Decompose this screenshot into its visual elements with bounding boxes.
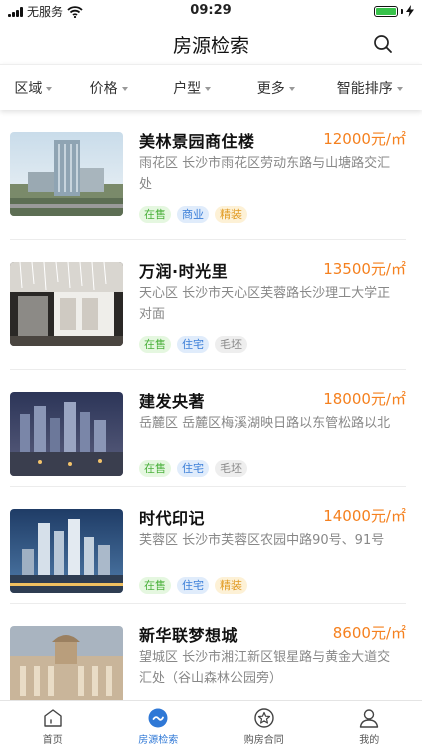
status-right — [374, 5, 414, 17]
listing-item[interactable]: 时代印记 14000元/㎡ 芙蓉区 长沙市芙蓉区农园中路90号、91号 在售 住… — [0, 487, 422, 604]
search-house-icon — [148, 708, 168, 728]
tag-type: 住宅 — [177, 460, 209, 477]
nav-bar: 房源检索 — [0, 22, 422, 64]
listing-price: 12000元/㎡ — [323, 130, 406, 148]
listing-price: 14000元/㎡ — [323, 507, 406, 525]
listing-item[interactable]: 万润·时光里 13500元/㎡ 天心区 长沙市天心区芙蓉路长沙理工大学正对面 在… — [0, 240, 422, 357]
tab-bar: 首页 房源检索 购房合同 我的 — [0, 700, 422, 750]
listing-name: 建发央著 — [139, 392, 206, 411]
listing-address: 天心区 长沙市天心区芙蓉路长沙理工大学正对面 — [139, 286, 391, 322]
filter-label: 更多 — [256, 80, 285, 97]
tag-status: 在售 — [139, 577, 171, 594]
filter-label: 价格 — [89, 80, 118, 97]
listing-name: 美林景园商住楼 — [139, 132, 255, 151]
listing-item[interactable]: 新华联梦想城 8600元/㎡ 望城区 长沙市湘江新区银星路与黄金大道交汇处（谷山… — [0, 604, 422, 700]
filter-bar: 区域 价格 户型 更多 智能排序 — [0, 64, 422, 110]
listing-price: 18000元/㎡ — [323, 390, 406, 408]
listing-photo — [10, 132, 123, 216]
tag-decoration: 毛坯 — [215, 336, 247, 353]
listing-address: 雨花区 长沙市雨花区劳动东路与山塘路交汇处 — [139, 156, 391, 192]
listing-tags: 在售 商业 精装 — [139, 206, 247, 223]
tag-type: 商业 — [177, 206, 209, 223]
filter-label: 户型 — [173, 80, 202, 97]
filter-more[interactable]: 更多 — [234, 78, 318, 98]
star-icon — [254, 708, 274, 728]
listing-address: 望城区 长沙市湘江新区银星路与黄金大道交汇处（谷山森林公园旁） — [139, 650, 391, 686]
listing-photo — [10, 509, 123, 593]
tab-home[interactable]: 首页 — [0, 701, 106, 750]
caret-down-icon — [205, 86, 212, 91]
caret-down-icon — [396, 86, 403, 91]
tab-contract[interactable]: 购房合同 — [211, 701, 317, 750]
filter-label: 区域 — [14, 80, 43, 97]
status-bar: 无服务 09:29 — [0, 0, 422, 22]
listing-name: 时代印记 — [139, 509, 206, 528]
listing-name: 万润·时光里 — [139, 262, 229, 281]
battery-icon — [374, 5, 398, 17]
filter-layout[interactable]: 户型 — [150, 78, 234, 98]
page-title: 房源检索 — [172, 35, 249, 57]
caret-down-icon — [288, 86, 295, 91]
tag-decoration: 精装 — [215, 206, 247, 223]
filter-area[interactable]: 区域 — [0, 78, 67, 98]
tab-label: 房源检索 — [138, 735, 179, 746]
tab-label: 首页 — [42, 735, 63, 746]
filter-label: 智能排序 — [336, 80, 393, 97]
listing-name: 新华联梦想城 — [139, 626, 239, 645]
listing-item[interactable]: 美林景园商住楼 12000元/㎡ 雨花区 长沙市雨花区劳动东路与山塘路交汇处 在… — [0, 110, 422, 227]
listing-price: 13500元/㎡ — [323, 260, 406, 278]
listing-tags: 在售 住宅 精装 — [139, 577, 247, 594]
tag-status: 在售 — [139, 206, 171, 223]
listing-price: 8600元/㎡ — [332, 624, 406, 642]
filter-price[interactable]: 价格 — [67, 78, 151, 98]
listing-address: 芙蓉区 长沙市芙蓉区农园中路90号、91号 — [139, 533, 385, 548]
tab-profile[interactable]: 我的 — [317, 701, 422, 750]
tag-type: 住宅 — [177, 577, 209, 594]
battery-tip — [401, 8, 403, 14]
tab-label: 购房合同 — [243, 735, 284, 746]
listing-photo — [10, 626, 123, 700]
listing-photo — [10, 262, 123, 346]
home-icon — [44, 709, 62, 727]
listing-tags: 在售 住宅 毛坯 — [139, 460, 247, 477]
listing-tags: 在售 住宅 毛坯 — [139, 336, 247, 353]
tag-type: 住宅 — [177, 336, 209, 353]
search-button[interactable] — [372, 33, 394, 55]
user-icon — [360, 709, 379, 728]
search-icon — [374, 35, 392, 53]
listing-list[interactable]: 美林景园商住楼 12000元/㎡ 雨花区 长沙市雨花区劳动东路与山塘路交汇处 在… — [0, 110, 422, 700]
tag-status: 在售 — [139, 460, 171, 477]
tag-decoration: 毛坯 — [215, 460, 247, 477]
listing-photo — [10, 392, 123, 476]
listing-address: 岳麓区 岳麓区梅溪湖映日路以东管松路以北 — [139, 416, 391, 431]
charging-icon — [406, 5, 414, 17]
caret-down-icon — [46, 86, 53, 91]
tab-label: 我的 — [359, 735, 380, 746]
tag-decoration: 精装 — [215, 577, 247, 594]
filter-sort[interactable]: 智能排序 — [318, 78, 422, 98]
tag-status: 在售 — [139, 336, 171, 353]
listing-item[interactable]: 建发央著 18000元/㎡ 岳麓区 岳麓区梅溪湖映日路以东管松路以北 在售 住宅… — [0, 370, 422, 487]
status-time: 09:29 — [190, 3, 232, 18]
tab-search[interactable]: 房源检索 — [106, 701, 212, 750]
caret-down-icon — [121, 86, 128, 91]
